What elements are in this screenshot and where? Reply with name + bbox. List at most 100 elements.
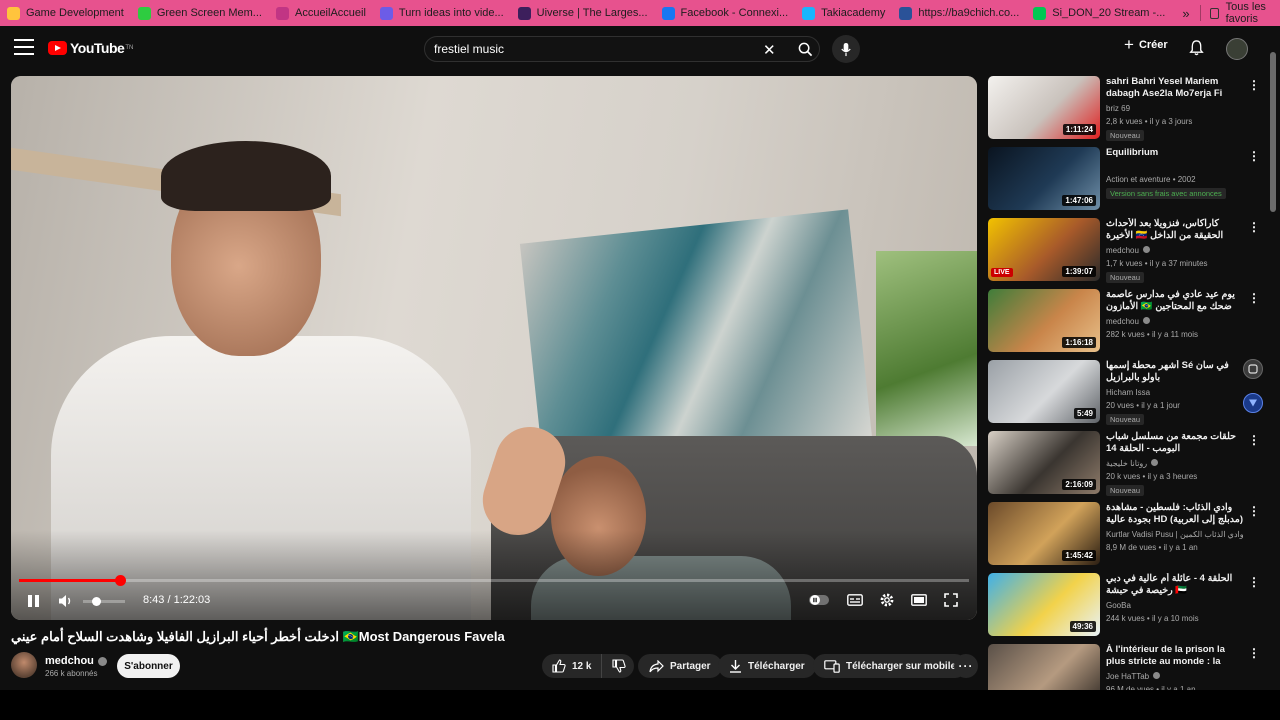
video-player[interactable]: 8:43 / 1:22:03 xyxy=(11,76,977,620)
autoplay-toggle[interactable] xyxy=(808,590,830,610)
mute-button[interactable] xyxy=(57,591,75,611)
recommendation-channel[interactable]: GooBa xyxy=(1106,601,1131,610)
create-button[interactable]: + Créer xyxy=(1124,36,1168,53)
bookmark-item[interactable]: AccueilAccueil xyxy=(269,0,373,26)
floating-sidebar-button[interactable] xyxy=(1243,359,1263,379)
bookmark-item[interactable]: Turn ideas into vide... xyxy=(373,0,511,26)
search-input[interactable]: frestiel music xyxy=(434,42,504,56)
menu-icon[interactable] xyxy=(14,39,34,55)
recommendation-item[interactable]: 1:16:18 يوم عيد عادي في مدارس عاصمة الأما… xyxy=(988,289,1266,353)
recommendation-channel[interactable]: Hicham Issa xyxy=(1106,388,1150,397)
recommendation-title[interactable]: كاراكاس، فنزويلا بعد الأحداث الأخيرة 🇻🇪 … xyxy=(1106,218,1244,242)
more-vertical-icon[interactable]: ⋮ xyxy=(1248,291,1260,305)
volume-knob[interactable] xyxy=(91,597,101,606)
more-vertical-icon[interactable]: ⋮ xyxy=(1248,220,1260,234)
video-thumbnail[interactable]: 1:16:18 xyxy=(988,289,1100,352)
video-thumbnail[interactable]: 32:09 xyxy=(988,644,1100,690)
channel-name-link[interactable]: medchou xyxy=(45,655,107,667)
video-thumbnail[interactable]: 49:36 xyxy=(988,573,1100,636)
bookmark-item[interactable]: https://ba9chich.co... xyxy=(892,0,1026,26)
recommendation-item[interactable]: 1:47:06 Equilibrium Action et aventure • 2… xyxy=(988,147,1266,211)
recommendation-channel-name: Kurtlar Vadisi Pusu | وادي الذئاب الكمين xyxy=(1106,530,1244,539)
fullscreen-button[interactable] xyxy=(940,590,962,610)
recommendation-channel[interactable]: Action et aventure • 2002 xyxy=(1106,175,1196,184)
more-vertical-icon[interactable]: ⋮ xyxy=(1248,433,1260,447)
bookmark-item[interactable]: Green Screen Mem... xyxy=(131,0,269,26)
more-vertical-icon[interactable]: ⋮ xyxy=(1248,78,1260,92)
recommendation-meta: 20 k vues • il y a 3 heures xyxy=(1106,472,1198,481)
video-thumbnail[interactable]: 2:16:09 xyxy=(988,431,1100,494)
recommendation-title[interactable]: أشهر محطة إسمها Sé في سان باولو بالبرازي… xyxy=(1106,360,1244,384)
more-vertical-icon[interactable]: ⋮ xyxy=(1248,575,1260,589)
mobile-download-button[interactable]: Télécharger sur mobile xyxy=(813,654,968,678)
clear-search-icon[interactable]: ✕ xyxy=(763,41,776,59)
recommendation-title[interactable]: وادي الذئاب: فلسطين - مشاهدة بجودة عالية… xyxy=(1106,502,1244,526)
recommendation-item[interactable]: 32:09À l'intérieur de la prison la plus … xyxy=(988,644,1266,690)
bookmark-favicon-icon xyxy=(1033,6,1047,20)
more-vertical-icon[interactable]: ⋮ xyxy=(1248,646,1260,660)
notifications-button[interactable] xyxy=(1189,39,1204,61)
bookmark-item[interactable]: Si_DON_20 Stream -... xyxy=(1026,0,1172,26)
subscribe-button[interactable]: S'abonner xyxy=(117,654,180,678)
video-thumbnail[interactable]: 5:49 xyxy=(988,360,1100,423)
page-scrollbar[interactable] xyxy=(1269,44,1277,690)
recommendation-item[interactable]: 1:11:24 sahri Bahri Yesel Mariem dabagh A… xyxy=(988,76,1266,141)
video-thumbnail[interactable]: 1:45:42 xyxy=(988,502,1100,565)
recommendation-title[interactable]: sahri Bahri Yesel Mariem dabagh Ase2la M… xyxy=(1106,76,1244,100)
search-icon xyxy=(798,42,812,56)
more-vertical-icon[interactable]: ⋮ xyxy=(1248,149,1260,163)
recommendation-item[interactable]: 5:49 أشهر محطة إسمها Sé في سان باولو بالب… xyxy=(988,360,1266,425)
recommendation-item[interactable]: 1:39:07 LIVE كاراكاس، فنزويلا بعد الأحداث … xyxy=(988,218,1266,283)
recommendation-channel[interactable]: medchou xyxy=(1106,317,1150,326)
floating-extension-button[interactable] xyxy=(1243,393,1263,413)
progress-bar[interactable] xyxy=(19,575,969,586)
dislike-button[interactable] xyxy=(602,659,636,673)
mobile-download-label: Télécharger sur mobile xyxy=(846,660,957,672)
youtube-logo[interactable]: YouTube TN xyxy=(48,40,133,56)
recommendation-item[interactable]: 49:36 الحلقة 4 - عائلة أم عالية في دبي رخ… xyxy=(988,573,1266,637)
scrollbar-thumb[interactable] xyxy=(1270,52,1276,212)
recommendation-title[interactable]: الحلقة 4 - عائلة أم عالية في دبي رخيصة ف… xyxy=(1106,573,1244,597)
recommendation-meta: 20 vues • il y a 1 jour xyxy=(1106,401,1180,410)
video-thumbnail[interactable]: 1:39:07 LIVE xyxy=(988,218,1100,281)
bell-icon xyxy=(1189,40,1204,56)
miniplayer-button[interactable] xyxy=(908,590,930,610)
bookmark-item[interactable]: Uiverse | The Larges... xyxy=(511,0,655,26)
like-dislike-group: 12 k xyxy=(542,654,634,678)
bookmark-item[interactable]: Takiacademy xyxy=(795,0,892,26)
all-bookmarks-button[interactable]: Tous les favoris xyxy=(1200,1,1280,25)
recommendation-title[interactable]: À l'intérieur de la prison la plus stric… xyxy=(1106,644,1244,668)
pause-button[interactable] xyxy=(26,591,40,611)
recommendation-channel[interactable]: Joe HaTTab xyxy=(1106,672,1161,681)
download-button[interactable]: Télécharger xyxy=(718,654,816,678)
recommendation-title[interactable]: Equilibrium xyxy=(1106,147,1244,159)
recommendation-item[interactable]: 2:16:09 حلقات مجمعة من مسلسل شباب البومب … xyxy=(988,431,1266,496)
more-actions-button[interactable]: ··· xyxy=(954,654,978,678)
progress-scrubber[interactable] xyxy=(114,575,126,586)
channel-avatar[interactable] xyxy=(11,652,37,678)
recommendation-item[interactable]: 1:45:42 وادي الذئاب: فلسطين - مشاهدة بجود… xyxy=(988,502,1266,566)
subtitles-button[interactable] xyxy=(844,590,866,610)
bookmark-item[interactable]: Game Development xyxy=(0,0,131,26)
video-thumbnail[interactable]: 1:11:24 xyxy=(988,76,1100,139)
bookmarks-overflow-button[interactable]: » xyxy=(1172,6,1199,21)
bookmark-favicon-icon xyxy=(517,6,531,20)
account-avatar[interactable] xyxy=(1226,38,1248,60)
thumbs-up-icon xyxy=(552,659,566,673)
recommendation-channel[interactable]: Kurtlar Vadisi Pusu | وادي الذئاب الكمين xyxy=(1106,530,1244,539)
volume-slider[interactable] xyxy=(83,597,125,606)
recommendation-meta: 1,7 k vues • il y a 37 minutes xyxy=(1106,259,1208,268)
search-button[interactable] xyxy=(789,37,821,61)
recommendation-channel[interactable]: briz 69 xyxy=(1106,104,1130,113)
recommendation-title[interactable]: حلقات مجمعة من مسلسل شباب البومب - الحلق… xyxy=(1106,431,1244,455)
recommendation-channel[interactable]: medchou xyxy=(1106,246,1150,255)
video-thumbnail[interactable]: 1:47:06 xyxy=(988,147,1100,210)
recommendation-title[interactable]: يوم عيد عادي في مدارس عاصمة الأمازون 🇧🇷 … xyxy=(1106,289,1244,313)
like-button[interactable]: 12 k xyxy=(542,654,603,678)
more-vertical-icon[interactable]: ⋮ xyxy=(1248,504,1260,518)
recommendation-channel[interactable]: روتانا خليجية xyxy=(1106,459,1159,468)
voice-search-button[interactable] xyxy=(832,35,860,63)
share-button[interactable]: Partager xyxy=(638,654,722,678)
bookmark-item[interactable]: Facebook - Connexi... xyxy=(655,0,796,26)
settings-button[interactable] xyxy=(876,590,898,610)
